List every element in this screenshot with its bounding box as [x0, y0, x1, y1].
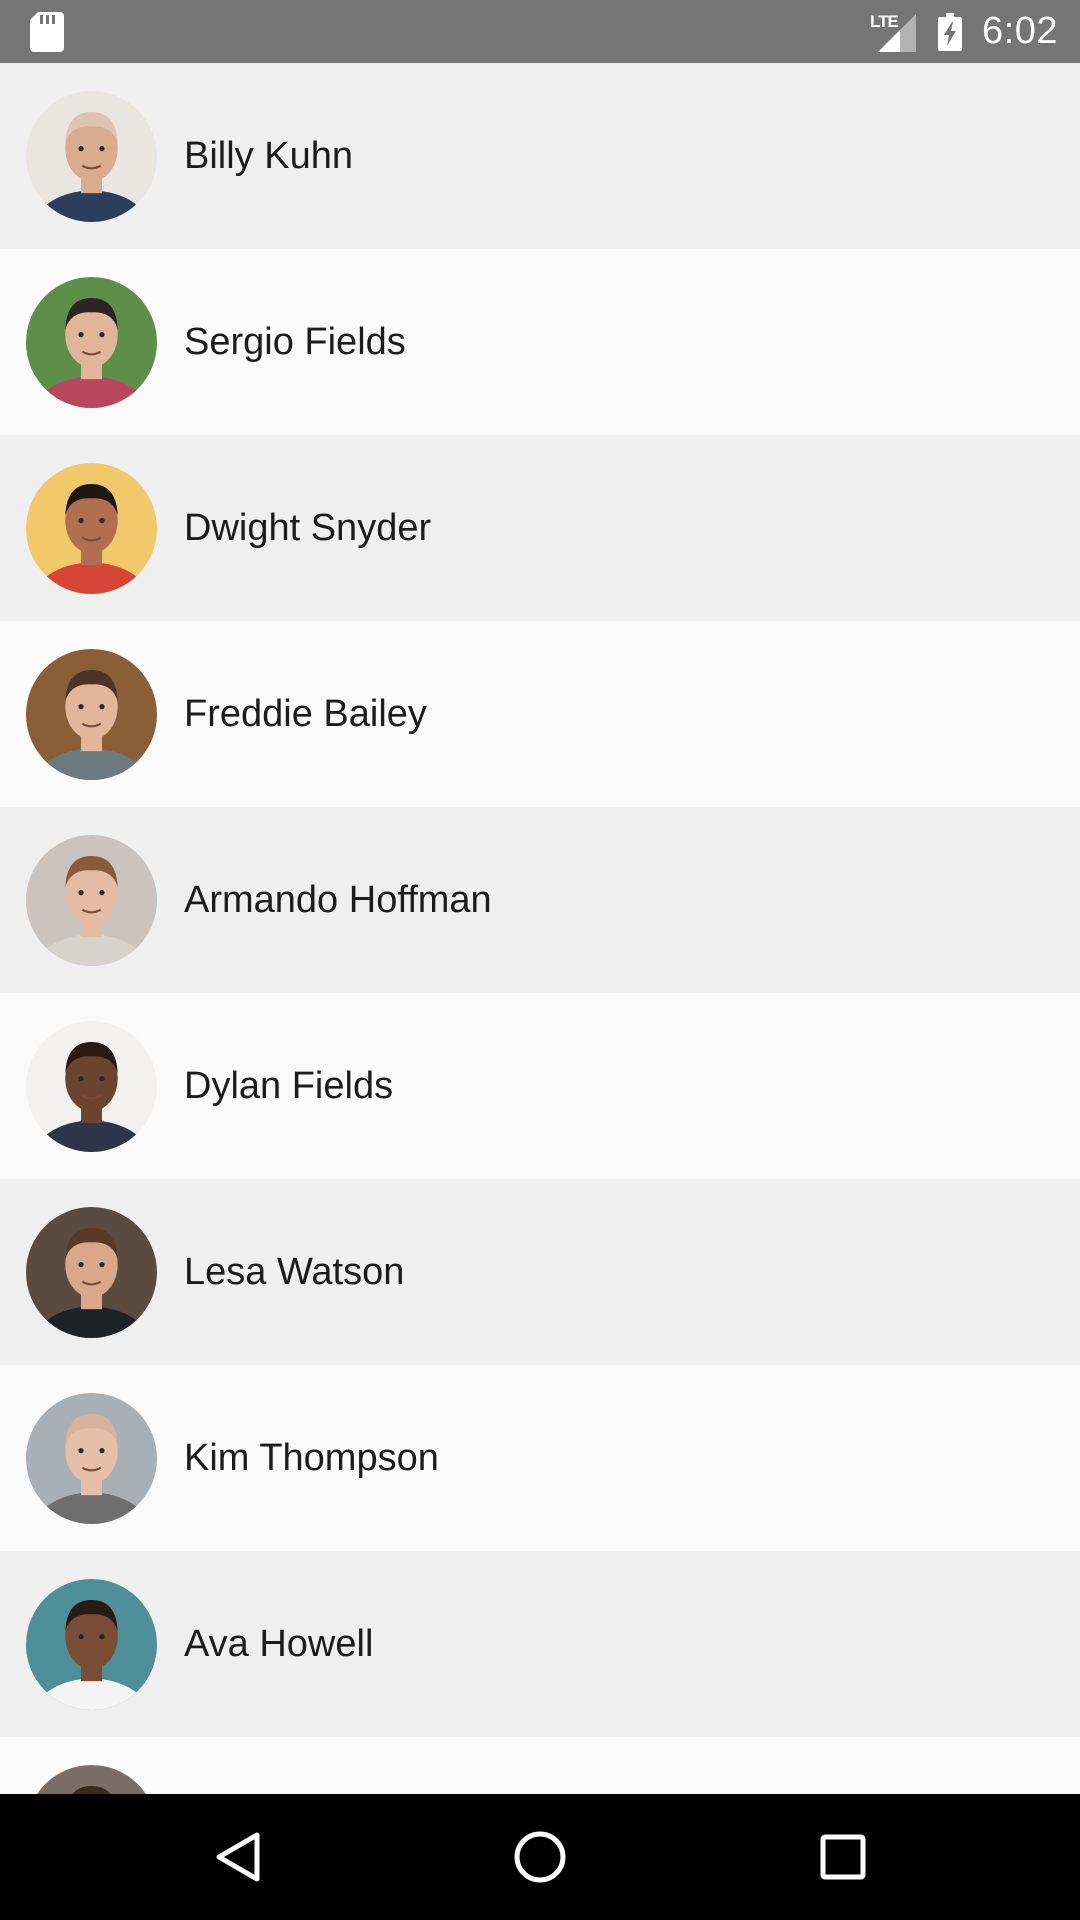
list-item[interactable]: Dwight Snyder	[0, 435, 1080, 621]
avatar	[26, 1578, 157, 1710]
list-item[interactable]: Sergio Fields	[0, 249, 1080, 435]
navigation-bar	[0, 1794, 1080, 1920]
signal-icon: LTE	[870, 12, 917, 52]
recents-button[interactable]	[808, 1822, 878, 1892]
clock: 6:02	[982, 10, 1058, 52]
avatar	[26, 276, 157, 408]
contact-name: Dwight Snyder	[184, 507, 432, 549]
avatar	[26, 834, 157, 966]
contact-name: Dylan Fields	[184, 1065, 394, 1107]
back-button[interactable]	[202, 1822, 272, 1892]
screen: LTE 6:02 Billy Kuhn Sergio Fields Dwight S…	[0, 0, 1080, 1920]
contact-name: Freddie Bailey	[184, 693, 427, 735]
home-button[interactable]	[505, 1822, 575, 1892]
avatar	[26, 462, 157, 594]
avatar	[26, 1392, 157, 1524]
avatar	[26, 90, 157, 222]
list-item[interactable]: Freddie Bailey	[0, 621, 1080, 807]
contact-name: Kim Thompson	[184, 1437, 439, 1479]
status-icons: LTE 6:02	[870, 0, 1058, 63]
contact-list[interactable]: Billy Kuhn Sergio Fields Dwight Snyder Fred…	[0, 63, 1080, 1794]
contact-name: Ava Howell	[184, 1623, 374, 1665]
list-item[interactable]: Armando Hoffman	[0, 807, 1080, 993]
contact-name: Sergio Fields	[184, 321, 406, 363]
sd-card-icon	[30, 12, 64, 52]
contact-name: Armando Hoffman	[184, 879, 492, 921]
contact-name: Billy Kuhn	[184, 135, 353, 177]
avatar	[26, 648, 157, 780]
list-item[interactable]: Lesa Watson	[0, 1179, 1080, 1365]
avatar	[26, 1206, 157, 1338]
list-item[interactable]: Billy Kuhn	[0, 63, 1080, 249]
contact-name: Lesa Watson	[184, 1251, 405, 1293]
list-item[interactable]: Ava Howell	[0, 1551, 1080, 1737]
list-item[interactable]: Dylan Fields	[0, 993, 1080, 1179]
status-bar: LTE 6:02	[0, 0, 1080, 63]
avatar	[26, 1020, 157, 1152]
avatar	[26, 1764, 157, 1794]
back-triangle-icon	[216, 1832, 260, 1882]
list-item[interactable]: Kim Thompson	[0, 1365, 1080, 1551]
battery-charging-icon	[938, 12, 963, 51]
home-circle-icon	[514, 1831, 566, 1883]
recents-square-icon	[820, 1834, 866, 1880]
list-item[interactable]	[0, 1737, 1080, 1794]
